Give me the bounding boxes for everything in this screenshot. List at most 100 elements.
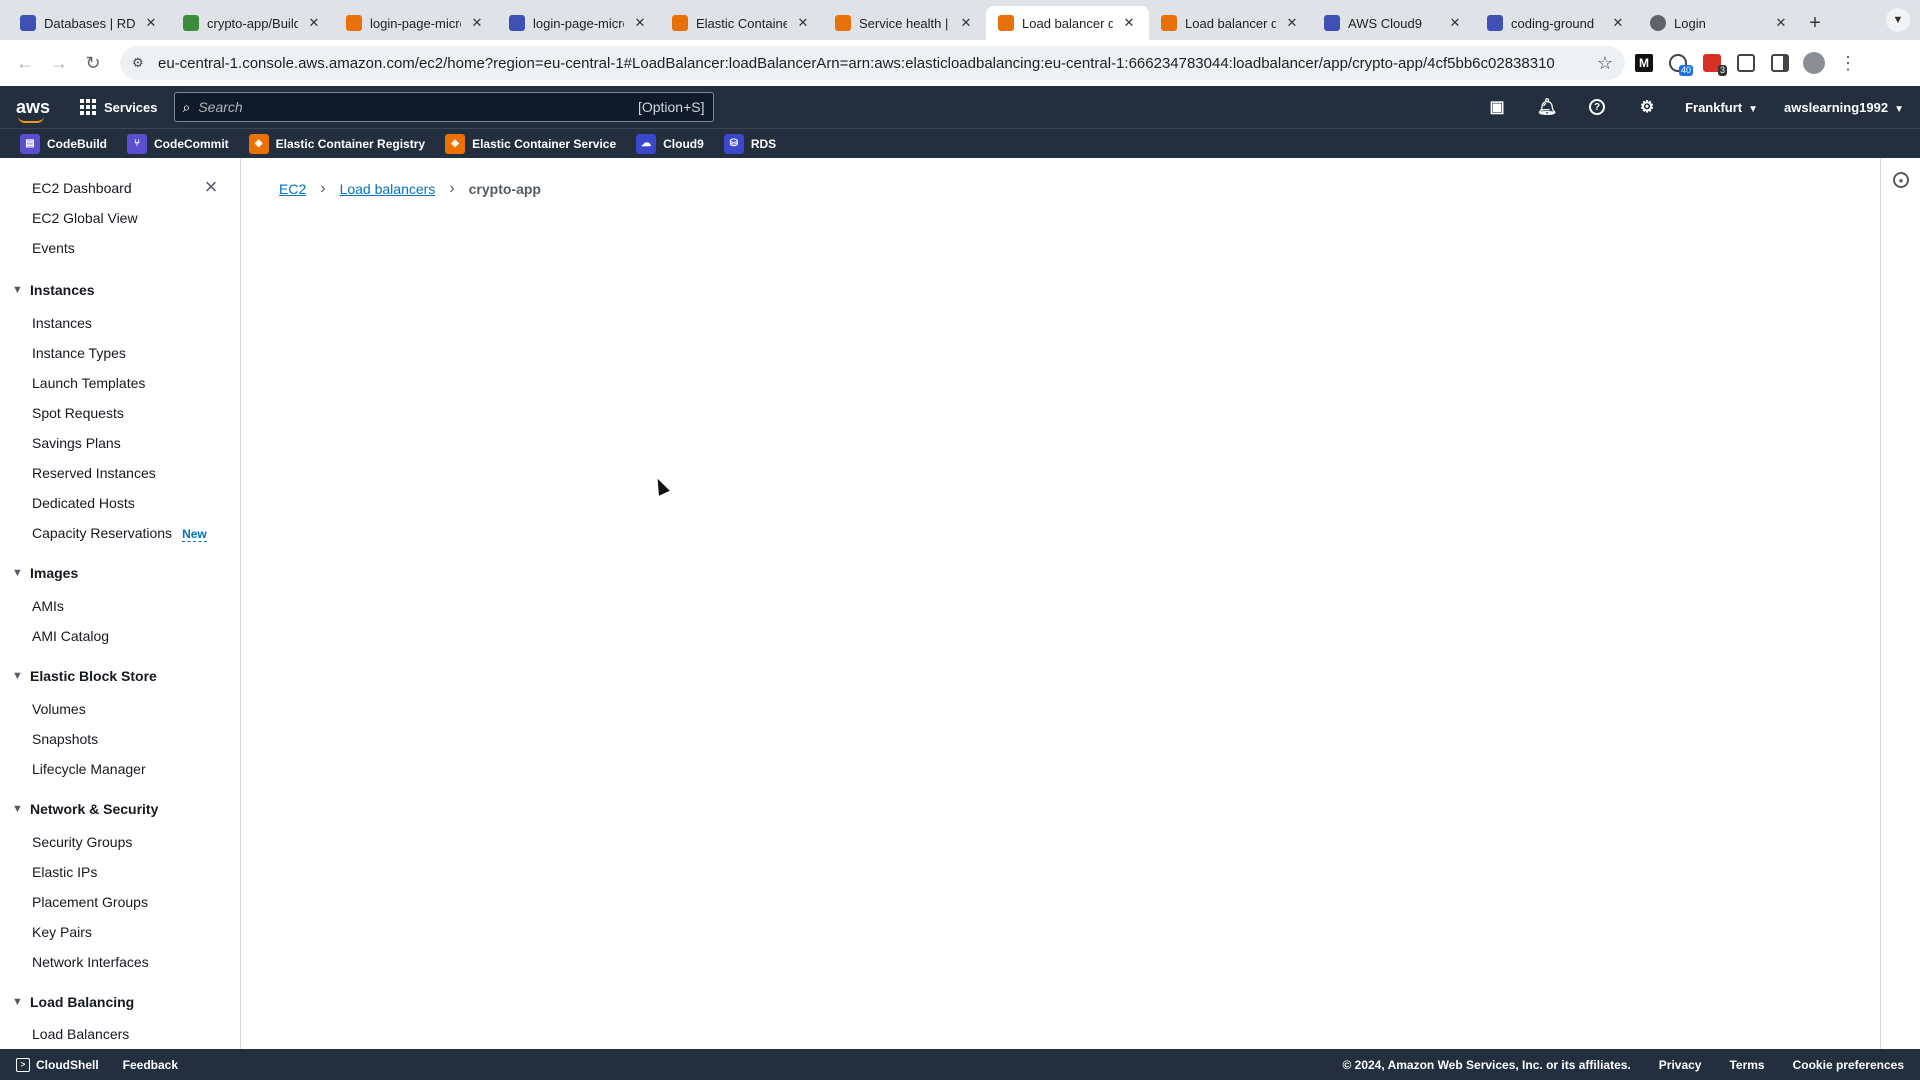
site-info-icon[interactable]: ⚙	[132, 55, 148, 71]
bell-icon[interactable]: 🔔︎	[1535, 95, 1559, 119]
puzzle-extensions-icon[interactable]	[1731, 48, 1761, 78]
sidebar-section-instances[interactable]: ▼ Instances	[12, 282, 95, 298]
caret-down-icon: ▼	[12, 284, 23, 296]
new-tab-button[interactable]: +	[1801, 6, 1829, 40]
sidebar-item-elastic-ips[interactable]: Elastic IPs	[32, 864, 97, 880]
favorite-ecs[interactable]: ◈ Elastic Container Service	[445, 133, 616, 154]
browser-tab[interactable]: Load balancer d ✕	[1149, 6, 1312, 40]
search-input[interactable]: ⌕ Search [Option+S]	[173, 92, 714, 122]
extension-icon[interactable]: 3	[1697, 48, 1727, 78]
codecommit-icon: ⑂	[127, 133, 147, 154]
favorite-rds[interactable]: ⛁ RDS	[723, 133, 776, 154]
browser-tab[interactable]: AWS Cloud9 ✕	[1312, 6, 1475, 40]
sidebar-item-key-pairs[interactable]: Key Pairs	[32, 924, 92, 940]
sidebar-item-volumes[interactable]: Volumes	[32, 701, 86, 717]
sidebar-item-reserved-instances[interactable]: Reserved Instances	[32, 465, 156, 481]
sidebar-item-ec2-dashboard[interactable]: EC2 Dashboard	[32, 180, 132, 196]
privacy-link[interactable]: Privacy	[1659, 1058, 1702, 1072]
profile-avatar[interactable]	[1799, 48, 1829, 78]
favorite-ecr[interactable]: ◈ Elastic Container Registry	[248, 133, 425, 154]
close-icon[interactable]: ✕	[1284, 15, 1300, 31]
medium-extension-icon[interactable]: M	[1629, 48, 1659, 78]
browser-menu-icon[interactable]: ⋮	[1833, 48, 1863, 78]
close-icon[interactable]: ✕	[795, 15, 811, 31]
favorite-cloud9[interactable]: ☁ Cloud9	[636, 133, 704, 154]
rds-icon: ⛁	[723, 133, 744, 154]
sidebar-item-security-groups[interactable]: Security Groups	[32, 834, 132, 850]
close-icon[interactable]: ✕	[632, 15, 648, 31]
breadcrumb-ec2[interactable]: EC2	[279, 181, 306, 197]
browser-tab[interactable]: Databases | RDS ✕	[8, 6, 171, 40]
back-arrow-icon[interactable]: ←	[10, 48, 40, 78]
side-panel-icon[interactable]	[1765, 48, 1795, 78]
terms-link[interactable]: Terms	[1729, 1058, 1764, 1072]
favorite-codecommit[interactable]: ⑂ CodeCommit	[127, 133, 229, 154]
browser-tab[interactable]: login-page-micro ✕	[497, 6, 660, 40]
cookie-preferences-link[interactable]: Cookie preferences	[1793, 1058, 1904, 1072]
cloudshell-button[interactable]: > CloudShell	[16, 1057, 99, 1072]
close-icon[interactable]: ✕	[469, 15, 485, 31]
panel-glyph-icon	[1771, 54, 1789, 72]
sidebar-item-instance-types[interactable]: Instance Types	[32, 345, 126, 361]
sidebar-item-instances[interactable]: Instances	[32, 315, 92, 331]
favorite-codebuild[interactable]: ▤ CodeBuild	[20, 133, 107, 154]
tab-search-chevron-icon[interactable]: ▼	[1886, 8, 1910, 32]
browser-tab[interactable]: Elastic Container ✕	[660, 6, 823, 40]
sidebar-item-snapshots[interactable]: Snapshots	[32, 731, 98, 747]
breadcrumb-load-balancers[interactable]: Load balancers	[340, 181, 436, 197]
browser-tab[interactable]: login-page-micro ✕	[334, 6, 497, 40]
close-icon[interactable]: ✕	[1447, 15, 1463, 31]
account-menu[interactable]: awslearning1992 ▼	[1784, 100, 1904, 115]
sidebar-item-placement-groups[interactable]: Placement Groups	[32, 894, 148, 910]
sidebar-item-events[interactable]: Events	[32, 240, 75, 256]
sidebar-item-lifecycle-manager[interactable]: Lifecycle Manager	[32, 761, 146, 777]
reload-icon[interactable]: ↻	[78, 48, 108, 78]
sidebar-item-launch-templates[interactable]: Launch Templates	[32, 375, 145, 391]
codebuild-favicon-icon	[183, 15, 199, 31]
gear-icon[interactable]: ⚙	[1635, 95, 1659, 119]
help-icon[interactable]: ?	[1585, 95, 1609, 119]
close-navigation-icon[interactable]: ×	[202, 176, 220, 198]
address-bar[interactable]: ⚙ eu-central-1.console.aws.amazon.com/ec…	[120, 46, 1625, 80]
browser-tab[interactable]: Login ✕	[1638, 6, 1801, 40]
close-icon[interactable]: ✕	[143, 15, 159, 31]
settings-panel-icon[interactable]: ●	[1893, 172, 1909, 188]
browser-tab[interactable]: coding-ground ✕	[1475, 6, 1638, 40]
puzzle-glyph-icon	[1737, 54, 1755, 72]
url-text[interactable]: eu-central-1.console.aws.amazon.com/ec2/…	[158, 55, 1587, 72]
bookmark-star-icon[interactable]: ☆	[1597, 53, 1613, 74]
close-icon[interactable]: ✕	[1610, 15, 1626, 31]
sidebar-section-images[interactable]: ▼ Images	[12, 565, 78, 581]
sidebar-section-network-security[interactable]: ▼ Network & Security	[12, 801, 158, 817]
forward-arrow-icon[interactable]: →	[44, 48, 74, 78]
caret-down-icon: ▼	[12, 670, 23, 682]
cloudshell-icon[interactable]: ▣	[1485, 95, 1509, 119]
sidebar-item-capacity-reservations[interactable]: Capacity Reservations New	[32, 525, 207, 542]
sidebar-item-amis[interactable]: AMIs	[32, 598, 64, 614]
ec2-favicon-icon	[1161, 15, 1177, 31]
close-icon[interactable]: ✕	[1121, 15, 1137, 31]
sidebar-section-load-balancing[interactable]: ▼ Load Balancing	[12, 994, 134, 1010]
close-icon[interactable]: ✕	[1773, 15, 1789, 31]
search-icon: ⌕	[182, 98, 191, 115]
sidebar-item-network-interfaces[interactable]: Network Interfaces	[32, 954, 149, 970]
sidebar-item-savings-plans[interactable]: Savings Plans	[32, 435, 121, 451]
close-icon[interactable]: ✕	[306, 15, 322, 31]
sidebar-item-spot-requests[interactable]: Spot Requests	[32, 405, 124, 421]
close-icon[interactable]: ✕	[958, 15, 974, 31]
sidebar-item-ami-catalog[interactable]: AMI Catalog	[32, 628, 109, 644]
sidebar-item-dedicated-hosts[interactable]: Dedicated Hosts	[32, 495, 135, 511]
region-selector[interactable]: Frankfurt ▼	[1685, 100, 1758, 115]
codebuild-icon: ▤	[20, 133, 40, 154]
services-menu-button[interactable]: Services	[80, 99, 158, 115]
grid-icon	[80, 99, 96, 115]
browser-tab[interactable]: Service health | ✕	[823, 6, 986, 40]
aws-logo[interactable]: aws	[16, 97, 64, 123]
extension-icon[interactable]: 40	[1663, 48, 1693, 78]
sidebar-section-elastic-block-store[interactable]: ▼ Elastic Block Store	[12, 668, 157, 684]
sidebar-item-ec2-global-view[interactable]: EC2 Global View	[32, 210, 138, 226]
browser-tab[interactable]: crypto-app/Build ✕	[171, 6, 334, 40]
browser-tab-active[interactable]: Load balancer d ✕	[986, 6, 1149, 40]
feedback-link[interactable]: Feedback	[123, 1058, 178, 1072]
sidebar-item-load-balancers[interactable]: Load Balancers	[32, 1026, 129, 1042]
